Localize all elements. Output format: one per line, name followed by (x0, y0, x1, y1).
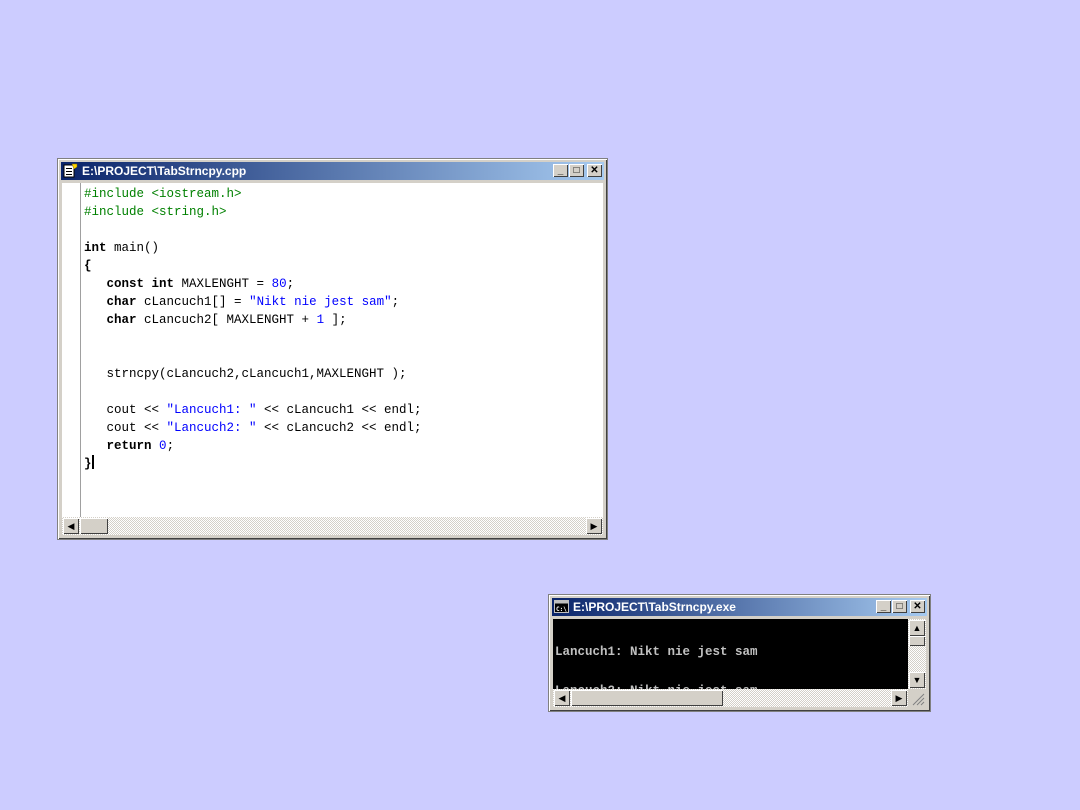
console-output: Lancuch1: Nikt nie jest sam Lancuch2: Ni… (555, 620, 908, 724)
code-token: << cLancuch1 << endl; (256, 403, 422, 417)
code-token: MAXLENGHT = (174, 277, 272, 291)
code-token: "Lancuch2: " (166, 421, 257, 435)
code-line: const int MAXLENGHT = 80; (84, 275, 603, 293)
code-token: 1 (316, 313, 325, 327)
text-caret (91, 455, 94, 469)
horizontal-scrollbar[interactable]: ◀ ▶ (553, 689, 908, 707)
console-icon: C:\ (554, 599, 569, 614)
console-title: E:\PROJECT\TabStrncpy.exe (573, 600, 736, 614)
code-token: } (84, 457, 92, 471)
code-line: #include <string.h> (84, 203, 603, 221)
code-line: #include <iostream.h> (84, 185, 603, 203)
code-token: ; (166, 439, 175, 453)
code-token: 0 (159, 439, 167, 453)
editor-gutter (62, 183, 81, 517)
code-token: main() (106, 241, 160, 255)
code-token: ]; (324, 313, 347, 327)
code-editor[interactable]: #include <iostream.h> #include <string.h>… (84, 185, 603, 517)
maximize-button[interactable]: □ (892, 600, 907, 613)
editor-title: E:\PROJECT\TabStrncpy.cpp (82, 164, 247, 178)
scroll-thumb[interactable] (909, 636, 925, 646)
minimize-button[interactable]: _ (876, 600, 891, 613)
code-token: { (84, 259, 92, 273)
horizontal-scrollbar[interactable]: ◀ ▶ (62, 517, 603, 535)
minimize-button[interactable]: _ (553, 164, 568, 177)
editor-window[interactable]: E:\PROJECT\TabStrncpy.cpp _ □ ✕ #include… (57, 158, 608, 540)
code-token: int (84, 241, 107, 255)
code-token: return (106, 439, 152, 453)
svg-text:C:\: C:\ (556, 606, 567, 613)
code-token: "Lancuch1: " (166, 403, 257, 417)
scroll-thumb[interactable] (571, 690, 723, 706)
document-icon (63, 163, 78, 178)
code-line: cout << "Lancuch1: " << cLancuch1 << end… (84, 401, 603, 419)
code-token: const int (106, 277, 175, 291)
code-token: cout << (84, 421, 167, 435)
code-token: strncpy(cLancuch2,cLancuch1,MAXLENGHT ); (84, 367, 407, 381)
code-line: char cLancuch2[ MAXLENGHT + 1 ]; (84, 311, 603, 329)
code-token: << cLancuch2 << endl; (256, 421, 422, 435)
code-line: strncpy(cLancuch2,cLancuch1,MAXLENGHT ); (84, 365, 603, 383)
scroll-right-button[interactable]: ▶ (586, 518, 602, 534)
scroll-down-button[interactable]: ▼ (909, 672, 925, 688)
code-line: cout << "Lancuch2: " << cLancuch2 << end… (84, 419, 603, 437)
code-line: return 0; (84, 437, 603, 455)
close-button[interactable]: ✕ (910, 600, 925, 613)
code-token: "Nikt nie jest sam" (249, 295, 392, 309)
code-token: #include <string.h> (84, 205, 227, 219)
scroll-right-button[interactable]: ▶ (891, 690, 907, 706)
code-token: cLancuch1[] = (136, 295, 250, 309)
code-token: cLancuch2[ MAXLENGHT + (136, 313, 317, 327)
code-token: char (106, 313, 137, 327)
editor-client: #include <iostream.h> #include <string.h>… (62, 183, 603, 535)
code-token: #include <iostream.h> (84, 187, 242, 201)
console-line: Lancuch1: Nikt nie jest sam (555, 645, 758, 659)
editor-titlebar[interactable]: E:\PROJECT\TabStrncpy.cpp _ □ ✕ (61, 162, 604, 180)
scroll-left-button[interactable]: ◀ (63, 518, 79, 534)
code-line: { (84, 257, 603, 275)
maximize-button[interactable]: □ (569, 164, 584, 177)
code-line: char cLancuch1[] = "Nikt nie jest sam"; (84, 293, 603, 311)
code-token: ; (391, 295, 400, 309)
vertical-scrollbar[interactable]: ▲ ▼ (908, 619, 926, 689)
console-titlebar[interactable]: C:\ E:\PROJECT\TabStrncpy.exe _ □ ✕ (552, 598, 927, 616)
console-client: Lancuch1: Nikt nie jest sam Lancuch2: Ni… (553, 619, 926, 707)
code-token: char (106, 295, 137, 309)
code-token: cout << (84, 403, 167, 417)
code-line: } (84, 455, 603, 473)
scroll-thumb[interactable] (80, 518, 108, 534)
code-token: ; (286, 277, 295, 291)
console-window[interactable]: C:\ E:\PROJECT\TabStrncpy.exe _ □ ✕ Lanc… (548, 594, 931, 712)
close-button[interactable]: ✕ (587, 164, 602, 177)
code-line: int main() (84, 239, 603, 257)
code-token: 80 (271, 277, 287, 291)
scroll-up-button[interactable]: ▲ (909, 620, 925, 636)
scroll-left-button[interactable]: ◀ (554, 690, 570, 706)
resize-grip[interactable] (908, 689, 926, 707)
